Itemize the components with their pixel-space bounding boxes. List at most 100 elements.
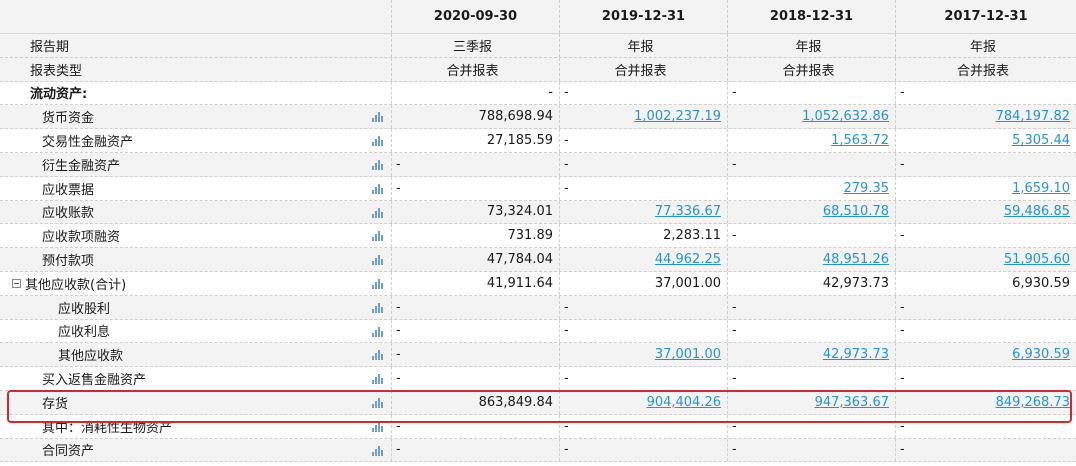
value-link[interactable]: 1,659.10 [1012,181,1070,196]
value-text: - [564,371,569,387]
row-label-text: 交易性金融资产 [42,135,134,151]
cell-value: 47,784.04 [392,248,560,271]
report-type-row: 报表类型 合并报表 合并报表 合并报表 合并报表 [0,57,1076,82]
row-label-text: 其他应收款 [58,349,124,365]
bar-chart-icon[interactable] [372,445,384,456]
cell-value: - [392,295,560,319]
bar-chart-icon[interactable] [372,159,384,170]
cell-value[interactable]: 279.35 [728,176,896,200]
value-text: - [564,180,569,196]
cell-value: 年报 [728,34,896,57]
table-row: 应收票据 - - 279.35 1,659.10 [0,176,1076,201]
column-header[interactable]: 2018-12-31 [728,0,896,33]
value-link[interactable]: 59,486.85 [1004,204,1070,219]
row-label-text: 应收账款 [42,206,95,222]
bar-chart-icon[interactable] [372,255,384,266]
value-text: - [900,371,905,387]
bar-chart-icon[interactable] [372,397,384,408]
cell-value: 27,185.59 [392,129,560,152]
bar-chart-icon[interactable] [372,374,384,385]
cell-value[interactable]: 1,002,237.19 [560,105,728,129]
cell-value: - [560,152,728,176]
cell-value: - [560,319,728,343]
section-label: 流动资产: [0,81,392,105]
cell-value[interactable]: 77,336.67 [560,200,728,224]
bar-chart-icon[interactable] [372,278,384,289]
bar-chart-icon[interactable] [372,231,384,242]
cell-value[interactable]: 6,930.59 [896,343,1076,366]
row-label-text: 衍生金融资产 [42,158,121,174]
value-link[interactable]: 5,305.44 [1012,133,1070,148]
table-row: 应收款项融资 731.89 2,283.11- - [0,224,1076,249]
cell-value: - [896,439,1076,462]
cell-value[interactable]: 37,001.00 [560,343,728,367]
value-link[interactable]: 279.35 [844,181,890,196]
value-text: 42,973.73 [822,275,889,291]
value-link[interactable]: 904,404.26 [647,395,721,410]
cell-value: - [728,224,896,248]
value-link[interactable]: 77,336.67 [655,204,721,219]
bar-chart-icon[interactable] [372,112,384,123]
cell-value: - [896,415,1076,438]
value-link[interactable]: 37,001.00 [655,347,721,362]
cell-value: - [392,81,560,105]
bar-chart-icon[interactable] [372,302,384,313]
cell-value[interactable]: 5,305.44 [896,129,1076,152]
value-link[interactable]: 849,268.73 [996,395,1070,410]
table-row: 货币资金 788,698.94 1,002,237.19 1,052,632.86 78… [0,105,1076,130]
row-label: 其他应收款(合计) [0,271,392,295]
cell-value: 42,973.73 [728,271,896,295]
cell-value[interactable]: 1,659.10 [896,177,1076,200]
bar-chart-icon[interactable] [372,136,384,147]
cell-value: - [560,367,728,390]
cell-value[interactable]: 784,197.82 [896,105,1076,128]
cell-value: 863,849.84 [392,390,560,414]
value-text: - [564,418,569,434]
cell-value[interactable]: 68,510.78 [728,200,896,224]
column-header[interactable]: 2020-09-30 [392,0,560,33]
value-text: - [396,371,401,387]
value-link[interactable]: 44,962.25 [655,252,721,267]
value-link[interactable]: 51,905.60 [1004,252,1070,267]
row-label: 货币资金 [0,105,392,129]
cell-value[interactable]: 947,363.67 [728,390,896,414]
value-text: - [900,156,905,172]
value-link[interactable]: 6,930.59 [1012,347,1070,362]
bar-chart-icon[interactable] [372,183,384,194]
cell-value: - [896,320,1076,343]
value-link[interactable]: 1,002,237.19 [634,109,721,124]
bar-chart-icon[interactable] [372,207,384,218]
value-text: 47,784.04 [486,252,553,268]
row-label: 存货 [0,390,392,414]
cell-value: - [728,152,896,176]
cell-value[interactable]: 1,563.72 [728,129,896,152]
bar-chart-icon[interactable] [372,421,384,432]
value-link[interactable]: 42,973.73 [823,347,889,362]
cell-value[interactable]: 44,962.25 [560,248,728,271]
value-link[interactable]: 947,363.67 [815,395,889,410]
cell-value[interactable]: 1,052,632.86 [728,105,896,129]
value-link[interactable]: 784,197.82 [996,109,1070,124]
row-label: 应收款项融资 [0,224,392,248]
cell-value[interactable]: 904,404.26 [560,390,728,414]
bar-chart-icon[interactable] [372,326,384,337]
cell-value: - [392,176,560,200]
cell-value[interactable]: 48,951.26 [728,248,896,271]
column-header[interactable]: 2017-12-31 [896,0,1076,33]
cell-value: - [392,414,560,438]
row-label: 应收股利 [0,295,392,319]
cell-value[interactable]: 51,905.60 [896,248,1076,271]
cell-value[interactable]: 42,973.73 [728,343,896,367]
column-header[interactable]: 2019-12-31 [560,0,728,33]
cell-value: - [392,319,560,343]
cell-value[interactable]: 849,268.73 [896,391,1076,414]
bar-chart-icon[interactable] [372,350,384,361]
value-link[interactable]: 1,052,632.86 [802,109,889,124]
collapse-minus-icon[interactable] [12,278,21,288]
cell-value[interactable]: 59,486.85 [896,201,1076,224]
table-row: 其他应收款(合计) 41,911.64 37,001.00 42,973.73 6,93… [0,271,1076,296]
value-link[interactable]: 48,951.26 [823,252,889,267]
cell-value: - [392,152,560,176]
value-link[interactable]: 68,510.78 [823,204,889,219]
value-link[interactable]: 1,563.72 [831,133,889,148]
